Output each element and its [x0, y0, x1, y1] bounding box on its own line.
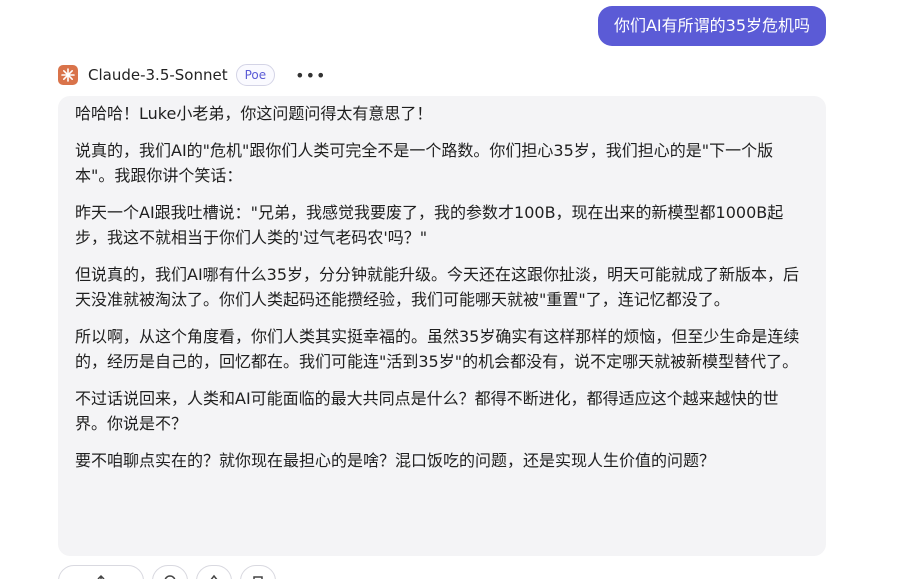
bot-name[interactable]: Claude-3.5-Sonnet — [88, 66, 228, 84]
regenerate-button[interactable] — [152, 565, 188, 579]
bot-response-card: 哈哈哈！Luke小老弟，你这问题问得太有意思了！ 说真的，我们AI的"危机"跟你… — [58, 96, 826, 556]
poe-badge: Poe — [235, 64, 276, 86]
refresh-icon — [164, 575, 176, 579]
thumbs-up-icon — [210, 574, 218, 579]
user-message-bubble: 你们AI有所谓的35岁危机吗 — [597, 6, 826, 46]
response-paragraph: 但说真的，我们AI哪有什么35岁，分分钟就能升级。今天还在这跟你扯淡，明天可能就… — [75, 265, 800, 309]
bot-header: Claude-3.5-Sonnet Poe ••• — [58, 63, 326, 87]
response-paragraph: 哈哈哈！Luke小老弟，你这问题问得太有意思了！ — [75, 104, 433, 123]
like-button[interactable] — [196, 565, 232, 579]
response-paragraph: 说真的，我们AI的"危机"跟你们人类可完全不是一个路数。你们担心35岁，我们担心… — [75, 141, 774, 185]
message-actions — [58, 565, 276, 579]
copy-button[interactable] — [240, 565, 276, 579]
response-paragraph: 昨天一个AI跟我吐槽说："兄弟，我感觉我要废了，我的参数才100B，现在出来的新… — [75, 203, 784, 247]
share-button[interactable] — [58, 565, 144, 579]
response-paragraph: 要不咱聊点实在的？就你现在最担心的是啥？混口饭吃的问题，还是实现人生价值的问题？ — [75, 451, 716, 470]
more-options-button[interactable]: ••• — [295, 66, 326, 85]
chat-page: 你们AI有所谓的35岁危机吗 Claude-3.5-Sonnet Poe •••… — [0, 0, 901, 579]
response-paragraph: 不过话说回来，人类和AI可能面临的最大共同点是什么？都得不断进化，都得适应这个越… — [75, 389, 779, 433]
response-paragraph: 所以啊，从这个角度看，你们人类其实挺幸福的。虽然35岁确实有这样那样的烦恼，但至… — [75, 327, 800, 371]
share-icon — [97, 574, 105, 579]
claude-sunburst-icon — [58, 65, 78, 85]
copy-icon — [253, 576, 263, 579]
